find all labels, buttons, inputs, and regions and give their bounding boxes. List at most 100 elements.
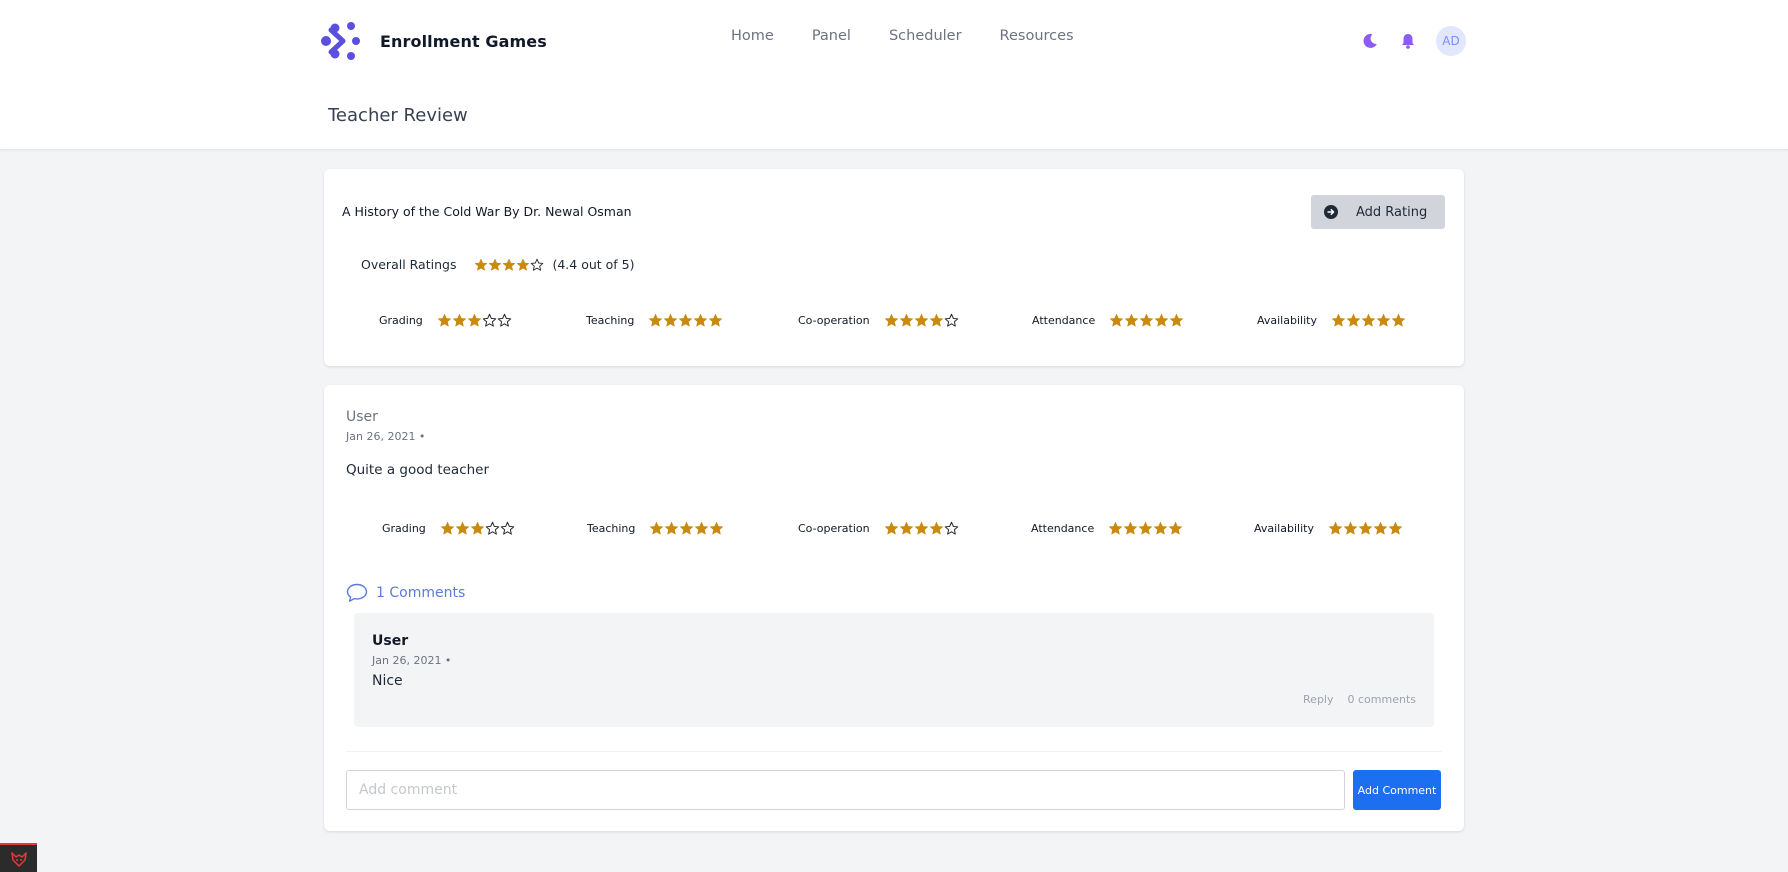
star-filled-icon bbox=[503, 258, 516, 271]
star-filled-icon bbox=[1155, 313, 1169, 326]
category-grading: Grading bbox=[379, 310, 512, 330]
category-co-operation: Co-operation bbox=[798, 310, 959, 330]
top-header: Enrollment Games Home Panel Scheduler Re… bbox=[0, 0, 1788, 150]
category-attendance: Attendance bbox=[1032, 310, 1184, 330]
comment-text: Nice bbox=[372, 673, 403, 689]
star-filled-icon bbox=[1109, 521, 1123, 534]
star-filled-icon bbox=[650, 521, 664, 534]
star-empty-icon bbox=[944, 521, 958, 535]
overall-stars bbox=[474, 258, 544, 272]
star-filled-icon bbox=[929, 313, 943, 326]
review-category-ratings: Grading Teaching Co-operation Attendance… bbox=[324, 518, 1464, 538]
category-stars bbox=[440, 521, 515, 536]
course-rating-card: A History of the Cold War By Dr. Newal O… bbox=[324, 169, 1464, 366]
category-label: Attendance bbox=[1031, 521, 1095, 535]
nav-resources[interactable]: Resources bbox=[1000, 28, 1074, 44]
star-filled-icon bbox=[1346, 313, 1361, 326]
star-filled-icon bbox=[437, 313, 451, 326]
category-label: Grading bbox=[382, 521, 426, 535]
star-empty-icon bbox=[531, 258, 544, 271]
star-filled-icon bbox=[884, 313, 898, 326]
category-grading: Grading bbox=[382, 518, 515, 538]
main-nav: Home Panel Scheduler Resources bbox=[731, 28, 1112, 44]
review-author: User bbox=[346, 409, 378, 425]
header-actions: AD bbox=[1360, 26, 1466, 56]
category-availability: Availability bbox=[1254, 518, 1403, 538]
category-stars bbox=[884, 521, 959, 536]
category-availability: Availability bbox=[1257, 310, 1406, 330]
star-filled-icon bbox=[1125, 313, 1139, 326]
star-filled-icon bbox=[455, 521, 469, 534]
star-filled-icon bbox=[899, 313, 913, 326]
comments-count: 1 Comments bbox=[376, 585, 466, 601]
star-filled-icon bbox=[694, 313, 708, 326]
star-filled-icon bbox=[1331, 313, 1346, 326]
star-filled-icon bbox=[914, 521, 928, 534]
star-filled-icon bbox=[679, 313, 693, 326]
moon-icon[interactable] bbox=[1360, 31, 1380, 51]
star-filled-icon bbox=[665, 521, 679, 534]
star-filled-icon bbox=[440, 521, 454, 534]
star-filled-icon bbox=[467, 313, 481, 326]
category-stars bbox=[1328, 521, 1403, 536]
category-stars bbox=[649, 521, 724, 536]
category-label: Attendance bbox=[1032, 313, 1096, 327]
star-filled-icon bbox=[1124, 521, 1138, 534]
star-empty-icon bbox=[497, 313, 512, 327]
category-stars bbox=[884, 313, 959, 328]
brand-logo-icon bbox=[321, 22, 360, 60]
brand[interactable]: Enrollment Games bbox=[318, 20, 547, 62]
comment-replies-link[interactable]: 0 comments bbox=[1348, 693, 1417, 706]
star-filled-icon bbox=[1110, 313, 1124, 326]
category-label: Availability bbox=[1254, 521, 1314, 535]
category-label: Teaching bbox=[586, 313, 635, 327]
nav-scheduler[interactable]: Scheduler bbox=[889, 28, 962, 44]
bell-icon[interactable] bbox=[1398, 31, 1418, 51]
add-rating-label: Add Rating bbox=[1356, 204, 1428, 220]
category-co-operation: Co-operation bbox=[798, 518, 959, 538]
star-filled-icon bbox=[710, 521, 724, 534]
comment-input[interactable] bbox=[346, 770, 1345, 810]
overall-label: Overall Ratings bbox=[361, 257, 457, 272]
page-title: Teacher Review bbox=[328, 105, 468, 126]
category-label: Co-operation bbox=[798, 313, 870, 327]
comment-actions: Reply 0 comments bbox=[1289, 693, 1416, 706]
star-filled-icon bbox=[929, 521, 943, 534]
category-stars bbox=[648, 313, 723, 328]
star-filled-icon bbox=[1358, 521, 1373, 534]
divider bbox=[346, 751, 1442, 752]
star-filled-icon bbox=[1388, 521, 1403, 534]
star-filled-icon bbox=[517, 258, 530, 271]
star-filled-icon bbox=[884, 521, 898, 534]
review-card: User Jan 26, 2021 • Quite a good teacher… bbox=[324, 385, 1464, 831]
overall-score-text: (4.4 out of 5) bbox=[552, 257, 635, 272]
star-filled-icon bbox=[695, 521, 709, 534]
star-filled-icon bbox=[452, 313, 466, 326]
star-filled-icon bbox=[475, 258, 488, 271]
nav-home[interactable]: Home bbox=[731, 28, 774, 44]
star-filled-icon bbox=[680, 521, 694, 534]
add-rating-button[interactable]: Add Rating bbox=[1311, 195, 1445, 229]
category-stars bbox=[1331, 313, 1406, 328]
review-date: Jan 26, 2021 • bbox=[346, 430, 426, 443]
star-filled-icon bbox=[1139, 521, 1153, 534]
add-comment-button[interactable]: Add Comment bbox=[1353, 770, 1441, 810]
star-filled-icon bbox=[1343, 521, 1358, 534]
star-empty-icon bbox=[482, 313, 497, 327]
category-teaching: Teaching bbox=[586, 310, 723, 330]
arrow-circle-right-icon bbox=[1324, 205, 1338, 219]
course-category-ratings: Grading Teaching Co-operation Attendance… bbox=[324, 310, 1464, 330]
star-filled-icon bbox=[1361, 313, 1376, 326]
reply-link[interactable]: Reply bbox=[1303, 693, 1333, 706]
nav-panel[interactable]: Panel bbox=[812, 28, 851, 44]
avatar[interactable]: AD bbox=[1436, 26, 1466, 56]
star-filled-icon bbox=[1373, 521, 1388, 534]
star-filled-icon bbox=[709, 313, 723, 326]
star-filled-icon bbox=[899, 521, 913, 534]
category-label: Teaching bbox=[587, 521, 636, 535]
debug-toolbar-widget[interactable] bbox=[0, 843, 37, 872]
comments-toggle[interactable]: 1 Comments bbox=[346, 583, 465, 603]
category-label: Co-operation bbox=[798, 521, 870, 535]
course-title: A History of the Cold War By Dr. Newal O… bbox=[342, 204, 632, 219]
comment-author: User bbox=[372, 633, 409, 649]
